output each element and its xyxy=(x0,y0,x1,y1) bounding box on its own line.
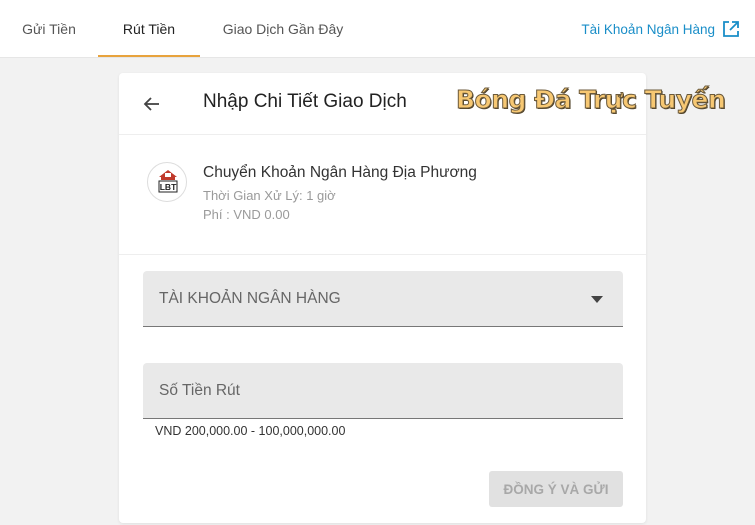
method-fee: Phí : VND 0.00 xyxy=(203,207,290,222)
back-button[interactable] xyxy=(141,93,163,115)
bank-account-link-label: Tài Khoản Ngân Hàng xyxy=(581,21,715,37)
tab-recent-transactions[interactable]: Giao Dịch Gần Đây xyxy=(210,0,356,58)
active-tab-indicator xyxy=(98,55,200,57)
processing-time: Thời Gian Xử Lý: 1 giờ xyxy=(203,188,336,203)
payment-method: LBT Chuyển Khoản Ngân Hàng Địa Phương Th… xyxy=(119,135,646,255)
external-link-icon xyxy=(721,19,741,39)
bank-logo-text: LBT xyxy=(160,182,177,192)
amount-input[interactable] xyxy=(143,363,623,418)
tab-withdraw-label: Rút Tiền xyxy=(122,21,176,37)
bank-account-label: TÀI KHOẢN NGÂN HÀNG xyxy=(159,290,341,307)
method-name: Chuyển Khoản Ngân Hàng Địa Phương xyxy=(203,164,477,181)
page-title: Nhập Chi Tiết Giao Dịch xyxy=(203,91,407,112)
amount-field[interactable] xyxy=(143,363,623,419)
watermark-text: Bóng Đá Trực Tuyến xyxy=(455,85,726,115)
tab-recent-label: Giao Dịch Gần Đây xyxy=(222,21,344,37)
bank-logo-icon: LBT xyxy=(147,162,187,202)
card-header: Nhập Chi Tiết Giao Dịch Bóng Đá Trực Tuy… xyxy=(119,73,726,135)
amount-range-hint: VND 200,000.00 - 100,000,000.00 xyxy=(155,424,346,438)
bank-account-select[interactable]: TÀI KHOẢN NGÂN HÀNG xyxy=(143,271,623,327)
arrow-left-icon xyxy=(143,97,159,111)
tab-deposit[interactable]: Gửi Tiền xyxy=(10,0,88,58)
tab-withdraw[interactable]: Rút Tiền xyxy=(98,0,200,58)
submit-button[interactable]: ĐỒNG Ý VÀ GỬI xyxy=(489,471,623,507)
transaction-card: Nhập Chi Tiết Giao Dịch Bóng Đá Trực Tuy… xyxy=(119,73,726,523)
tab-deposit-label: Gửi Tiền xyxy=(22,21,76,37)
dropdown-arrow-icon xyxy=(591,296,603,303)
top-navigation: Gửi Tiền Rút Tiền Giao Dịch Gần Đây Tài … xyxy=(0,0,755,58)
bank-account-link[interactable]: Tài Khoản Ngân Hàng xyxy=(581,0,741,58)
